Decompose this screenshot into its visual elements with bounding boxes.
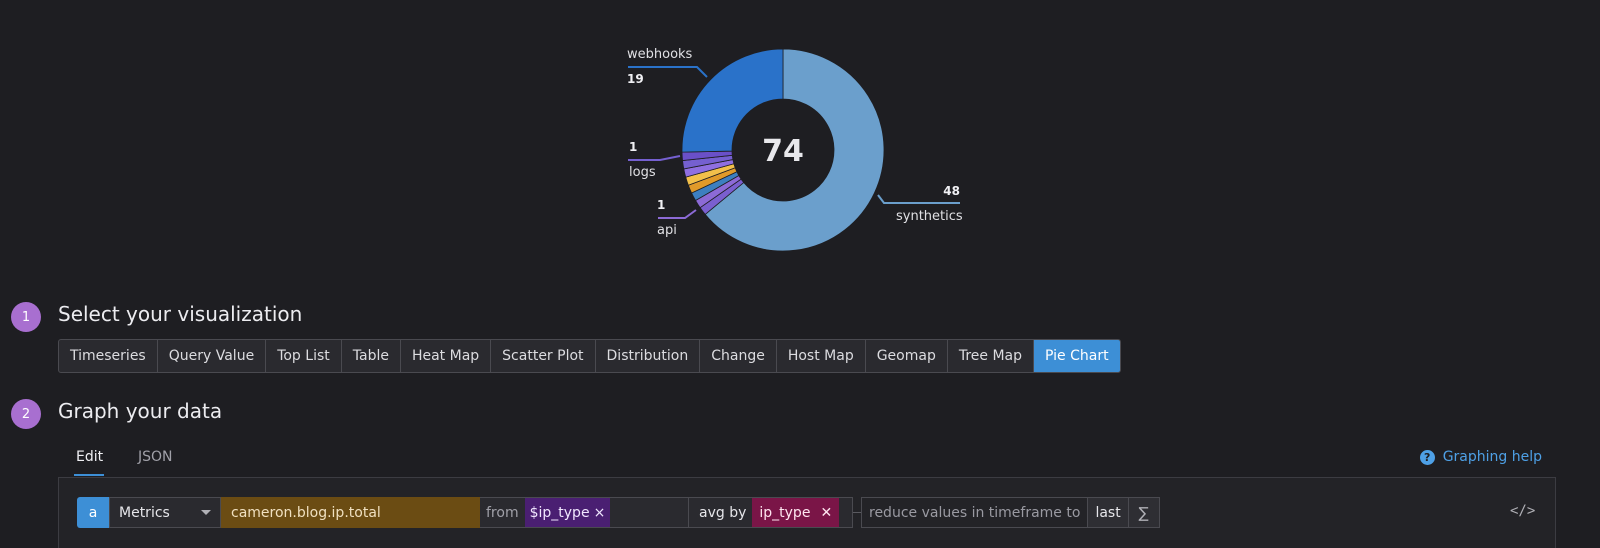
- from-tag-label: $ip_type: [529, 504, 590, 521]
- step-2-title: Graph your data: [58, 399, 223, 423]
- code-icon[interactable]: </>: [1510, 503, 1535, 519]
- callout-value-webhooks: 19: [627, 72, 644, 86]
- viz-geomap-button[interactable]: Geomap: [866, 340, 948, 372]
- viz-heat-map-button[interactable]: Heat Map: [401, 340, 492, 372]
- viz-scatter-plot-button[interactable]: Scatter Plot: [491, 340, 596, 372]
- reduce-value-select[interactable]: last: [1088, 497, 1129, 528]
- query-letter[interactable]: a: [77, 497, 109, 528]
- question-icon: ?: [1419, 449, 1435, 465]
- step-1-title: Select your visualization: [58, 302, 303, 326]
- visualization-selector: Timeseries Query Value Top List Table He…: [58, 339, 1121, 373]
- chevron-down-icon: [201, 510, 211, 515]
- reduce-label: reduce values in timeframe to: [861, 497, 1089, 528]
- callout-line-logs: [628, 155, 681, 161]
- callout-label-webhooks: webhooks: [627, 47, 693, 62]
- avg-by-label: avg by: [699, 504, 747, 521]
- viz-timeseries-button[interactable]: Timeseries: [59, 340, 158, 372]
- query-row: a Metrics cameron.blog.ip.total from $ip…: [77, 497, 1160, 528]
- tab-json[interactable]: JSON: [138, 449, 173, 465]
- group-by-tag-label: ip_type: [759, 504, 811, 521]
- graphing-help-label: Graphing help: [1442, 449, 1542, 465]
- viz-tree-map-button[interactable]: Tree Map: [948, 340, 1035, 372]
- step-1-badge: 1: [11, 302, 41, 332]
- connector-line: [853, 512, 861, 513]
- callout-value-synthetics: 48: [943, 184, 960, 198]
- viz-change-button[interactable]: Change: [700, 340, 777, 372]
- sigma-icon[interactable]: ∑: [1128, 497, 1160, 528]
- data-source-select[interactable]: Metrics: [109, 497, 221, 528]
- pie-total-label: 74: [762, 134, 804, 169]
- from-field[interactable]: from $ip_type ×: [480, 497, 689, 528]
- from-label: from: [486, 504, 519, 521]
- active-tab-indicator: [74, 474, 104, 476]
- from-tag[interactable]: $ip_type ×: [524, 498, 611, 527]
- avg-by-field[interactable]: avg by ip_type ✕: [689, 497, 853, 528]
- remove-tag-icon[interactable]: ×: [594, 505, 606, 521]
- viz-table-button[interactable]: Table: [342, 340, 401, 372]
- viz-distribution-button[interactable]: Distribution: [596, 340, 701, 372]
- graphing-help-link[interactable]: ? Graphing help: [1419, 449, 1542, 465]
- pie-chart: 74 webhooks 19 logs 1 api 1 synthetics 48: [627, 47, 963, 252]
- viz-host-map-button[interactable]: Host Map: [777, 340, 866, 372]
- callout-label-api: api: [657, 223, 677, 238]
- metric-input[interactable]: cameron.blog.ip.total: [221, 497, 480, 528]
- data-source-value: Metrics: [119, 504, 170, 521]
- callout-label-logs: logs: [629, 165, 656, 180]
- viz-top-list-button[interactable]: Top List: [266, 340, 342, 372]
- callout-value-api: 1: [657, 198, 665, 212]
- group-by-tag[interactable]: ip_type ✕: [752, 498, 840, 527]
- viz-query-value-button[interactable]: Query Value: [158, 340, 267, 372]
- viz-pie-chart-button[interactable]: Pie Chart: [1034, 340, 1120, 372]
- callout-value-logs: 1: [629, 140, 637, 154]
- step-2-badge: 2: [11, 399, 41, 429]
- tab-edit[interactable]: Edit: [76, 449, 103, 465]
- callout-label-synthetics: synthetics: [896, 209, 963, 224]
- close-icon[interactable]: ✕: [820, 505, 832, 521]
